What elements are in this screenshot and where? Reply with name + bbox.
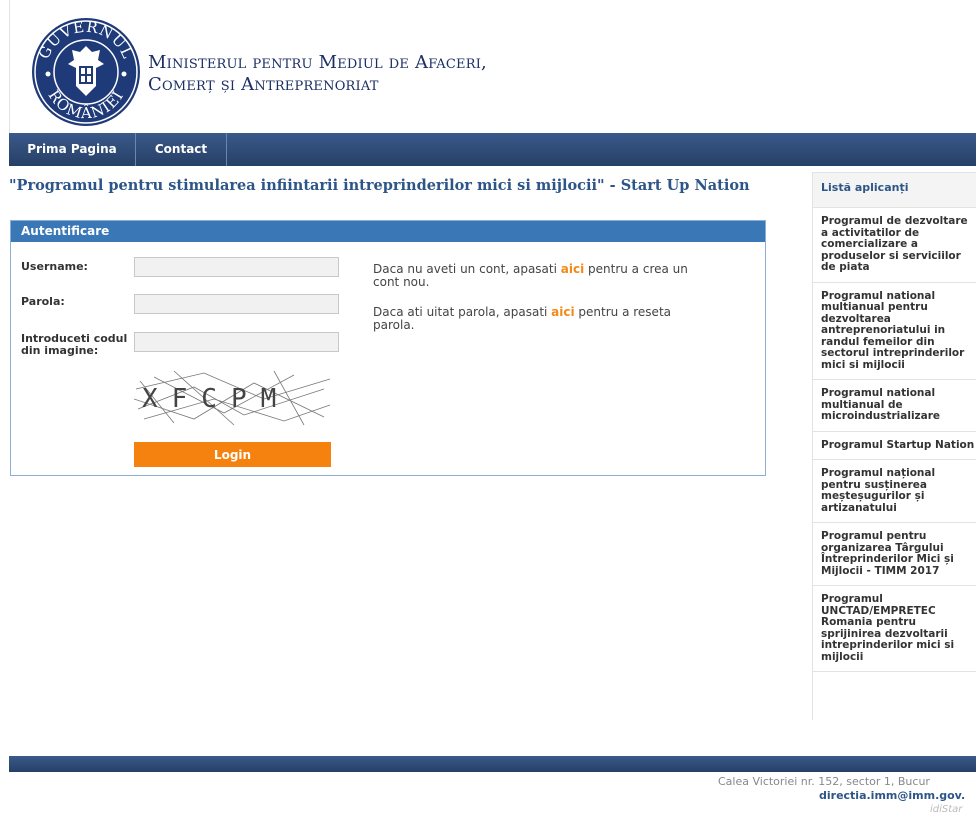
login-panel-title: Autentificare bbox=[11, 221, 765, 242]
svg-text:XFCPM: XFCPM bbox=[142, 384, 290, 414]
ministry-name: Ministerul pentru Mediul de Afaceri, Com… bbox=[148, 52, 487, 96]
reset-password-link[interactable]: aici bbox=[551, 305, 574, 319]
sidebar-item-program[interactable]: Programul pentru organizarea Târgului Într… bbox=[813, 523, 976, 586]
register-info: Daca nu aveti un cont, apasati aici pent… bbox=[373, 263, 693, 289]
nav-item-contact[interactable]: Contact bbox=[136, 133, 227, 166]
captcha-input[interactable] bbox=[134, 332, 339, 352]
footer-email-link[interactable]: directia.imm@imm.gov. bbox=[819, 789, 965, 802]
username-label: Username: bbox=[21, 260, 88, 273]
main-navbar: Prima Pagina Contact bbox=[9, 133, 976, 166]
login-button[interactable]: Login bbox=[134, 442, 331, 467]
sidebar-title: Listă aplicanți bbox=[813, 173, 976, 208]
password-input[interactable] bbox=[134, 294, 339, 314]
register-link[interactable]: aici bbox=[561, 262, 584, 276]
sidebar-item-program[interactable]: Programul UNCTAD/EMPRETEC Romania pentru sp… bbox=[813, 586, 976, 672]
password-label: Parola: bbox=[21, 295, 65, 308]
sidebar-item-program[interactable]: Programul național pentru susținerea mește… bbox=[813, 460, 976, 523]
applicants-sidebar: Listă aplicanți Programul de dezvoltare a… bbox=[812, 172, 976, 720]
ministry-name-line2: Comerț și Antreprenoriat bbox=[148, 74, 379, 95]
captcha-image: XFCPM bbox=[133, 369, 332, 427]
username-input[interactable] bbox=[134, 257, 339, 277]
footer-address: Calea Victoriei nr. 152, sector 1, Bucur bbox=[718, 775, 930, 788]
sidebar-list: Programul de dezvoltare a activitatilor d… bbox=[813, 208, 976, 672]
sidebar-item-program[interactable]: Programul de dezvoltare a activitatilor d… bbox=[813, 208, 976, 283]
register-info-text: Daca nu aveti un cont, apasati bbox=[373, 262, 561, 276]
sidebar-item-program[interactable]: Programul national multianual de microindu… bbox=[813, 380, 976, 432]
login-panel: Autentificare Username: Parola: Introduc… bbox=[10, 220, 766, 476]
captcha-label: Introduceti codul din imagine: bbox=[21, 332, 128, 357]
page-left-rule bbox=[9, 0, 10, 133]
government-seal-logo: GUVERNUL ROMÂNIEI bbox=[30, 16, 142, 128]
sidebar-item-program[interactable]: Programul national multianual pentru dezvo… bbox=[813, 283, 976, 380]
sidebar-item-program[interactable]: Programul Startup Nation bbox=[813, 432, 976, 460]
ministry-name-line1: Ministerul pentru Mediul de Afaceri, bbox=[148, 52, 487, 73]
footer-bar bbox=[9, 756, 976, 772]
reset-info-text: Daca ati uitat parola, apasati bbox=[373, 305, 552, 319]
page-title: "Programul pentru stimularea infiintarii… bbox=[9, 177, 750, 194]
watermark: idiStar bbox=[930, 804, 963, 815]
reset-info: Daca ati uitat parola, apasati aici pent… bbox=[373, 306, 693, 332]
nav-item-prima-pagina[interactable]: Prima Pagina bbox=[9, 133, 136, 166]
